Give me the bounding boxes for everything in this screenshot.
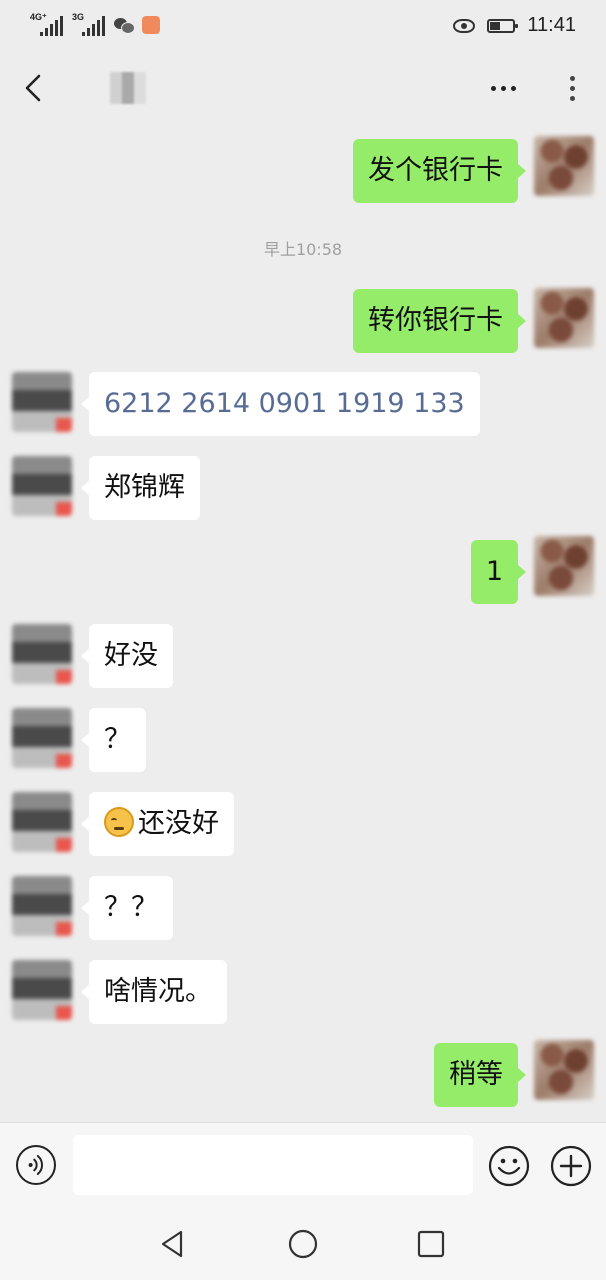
message-text: 还没好 bbox=[138, 808, 219, 839]
contact-avatar[interactable] bbox=[12, 708, 72, 768]
message-bubble-sent[interactable]: 1 bbox=[470, 540, 527, 604]
sweat-face-icon bbox=[104, 806, 134, 837]
input-bar bbox=[0, 1122, 606, 1209]
message-bubble-sent[interactable]: 转你银行卡 bbox=[353, 289, 526, 353]
my-avatar[interactable] bbox=[534, 536, 594, 596]
plus-icon bbox=[550, 1145, 592, 1187]
contact-avatar[interactable] bbox=[12, 456, 72, 516]
message-bubble-received[interactable]: ？ bbox=[81, 708, 146, 772]
my-avatar[interactable] bbox=[534, 288, 594, 348]
voice-icon bbox=[28, 1155, 44, 1175]
message-input[interactable] bbox=[73, 1135, 473, 1195]
system-recents-button[interactable] bbox=[415, 1228, 447, 1260]
my-avatar[interactable] bbox=[534, 136, 594, 196]
message-bubble-received[interactable]: 啥情况。 bbox=[81, 960, 227, 1024]
voice-button[interactable] bbox=[16, 1145, 56, 1185]
more-button[interactable] bbox=[486, 72, 520, 104]
message-bubble-received[interactable]: ？？ bbox=[81, 876, 173, 940]
system-home-button[interactable] bbox=[287, 1228, 319, 1260]
message-bubble-sent[interactable]: 稍等 bbox=[434, 1043, 526, 1107]
message-bubble-received[interactable]: 6212 2614 0901 1919 133 bbox=[81, 372, 480, 436]
contact-avatar[interactable] bbox=[12, 792, 72, 852]
triangle-back-icon bbox=[161, 1230, 183, 1258]
contact-avatar[interactable] bbox=[12, 624, 72, 684]
message-bubble-received[interactable]: 郑锦辉 bbox=[81, 456, 200, 520]
chat-header bbox=[0, 52, 606, 124]
signal-4g-icon: 4G⁺ bbox=[30, 12, 64, 38]
back-button[interactable] bbox=[14, 68, 54, 108]
signal-3g-icon: 3G bbox=[72, 12, 106, 38]
app-notification-icon bbox=[142, 16, 160, 34]
message-bubble-sent[interactable]: 发个银行卡 bbox=[353, 139, 526, 203]
battery-icon bbox=[487, 18, 519, 33]
clock: 11:41 bbox=[527, 14, 576, 36]
system-navigation-bar bbox=[0, 1208, 606, 1280]
back-chevron-icon bbox=[25, 74, 41, 102]
message-bubble-received[interactable]: 还没好 bbox=[81, 792, 234, 856]
system-back-button[interactable] bbox=[157, 1228, 189, 1260]
contact-avatar[interactable] bbox=[12, 372, 72, 432]
plus-button[interactable] bbox=[550, 1145, 592, 1187]
timestamp: 早上10:58 bbox=[263, 240, 343, 259]
menu-button[interactable] bbox=[560, 70, 584, 106]
my-avatar[interactable] bbox=[534, 1040, 594, 1100]
contact-avatar[interactable] bbox=[12, 960, 72, 1020]
circle-home-icon bbox=[288, 1229, 318, 1259]
emoji-button[interactable] bbox=[488, 1145, 530, 1187]
eye-comfort-icon bbox=[453, 18, 476, 33]
wechat-notification-icon bbox=[114, 16, 135, 34]
status-bar: 4G⁺ 3G 11:41 bbox=[0, 0, 606, 52]
smile-icon bbox=[488, 1145, 530, 1187]
contact-avatar[interactable] bbox=[12, 876, 72, 936]
square-recents-icon bbox=[417, 1230, 445, 1258]
contact-name-blurred bbox=[110, 72, 146, 104]
message-bubble-received[interactable]: 好没 bbox=[81, 624, 173, 688]
